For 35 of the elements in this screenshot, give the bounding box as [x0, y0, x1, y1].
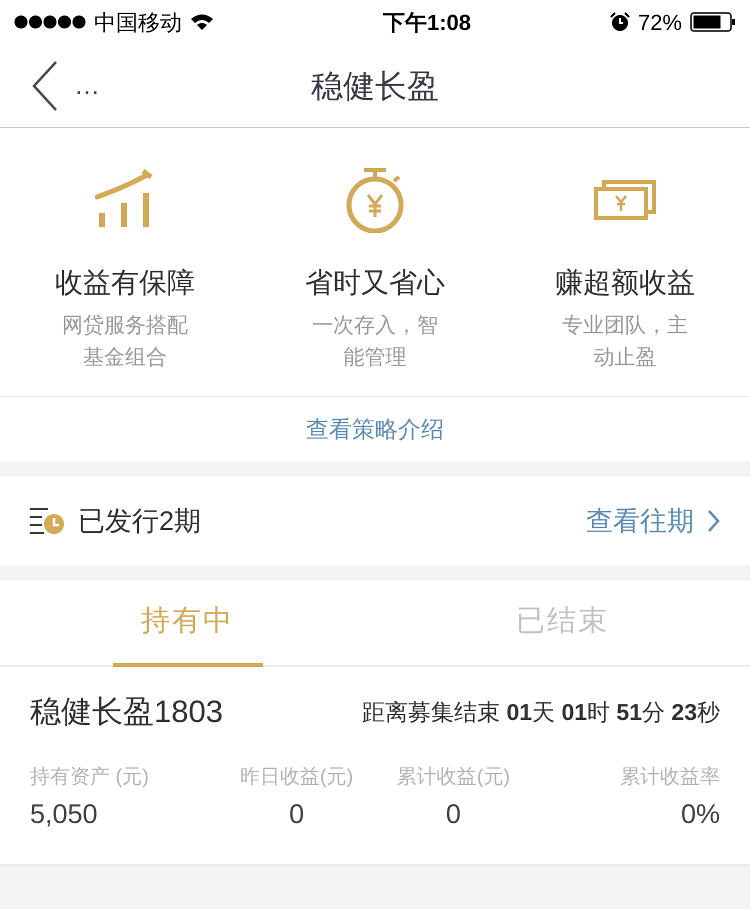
feature-description: 一次存入，智能管理: [311, 313, 439, 371]
list-clock-icon: [30, 507, 64, 535]
past-issues-link[interactable]: 查看往期: [586, 500, 720, 542]
stat-label: 累计收益(元): [396, 764, 510, 790]
stat-label: 持有资产 (元): [30, 764, 149, 790]
countdown-text: 距离募集结束 01天 01时 51分 23秒: [362, 698, 720, 727]
stat-value: 0%: [680, 798, 720, 830]
chevron-right-icon: [708, 510, 720, 532]
feature-title: 收益有保障: [55, 266, 195, 300]
page-title: 稳健长盈: [311, 66, 439, 106]
wifi-icon: [190, 13, 214, 31]
stat-label: 累计收益率: [620, 764, 720, 790]
strategy-link[interactable]: 查看策略介绍: [306, 412, 444, 446]
stat-label: 昨日收益(元): [240, 764, 354, 790]
banknotes-icon: [594, 180, 656, 220]
feature-title: 赚超额收益: [555, 266, 695, 300]
clock-time: 下午1:08: [382, 8, 471, 36]
back-button[interactable]: [32, 60, 60, 112]
more-button[interactable]: …: [74, 66, 102, 105]
stopwatch-icon: [344, 167, 406, 233]
stat-value: 5,050: [30, 798, 98, 830]
alarm-icon: [610, 12, 630, 32]
battery-percent: 72%: [638, 8, 682, 36]
feature-description: 专业团队，主动止盈: [561, 313, 689, 371]
issues-label: 已发行2期: [78, 504, 202, 538]
tab[interactable]: 已结束: [488, 581, 638, 667]
product-name: 稳健长盈1803: [30, 693, 223, 731]
feature-description: 网贷服务搭配基金组合: [61, 313, 189, 371]
stat-value: 0: [289, 798, 304, 830]
stat-value: 0: [446, 798, 461, 830]
signal-icon: [14, 15, 86, 29]
feature-title: 省时又省心: [305, 266, 445, 300]
carrier-name: 中国移动: [94, 8, 182, 36]
battery-icon: [690, 12, 736, 32]
tab[interactable]: 持有中: [112, 581, 262, 667]
